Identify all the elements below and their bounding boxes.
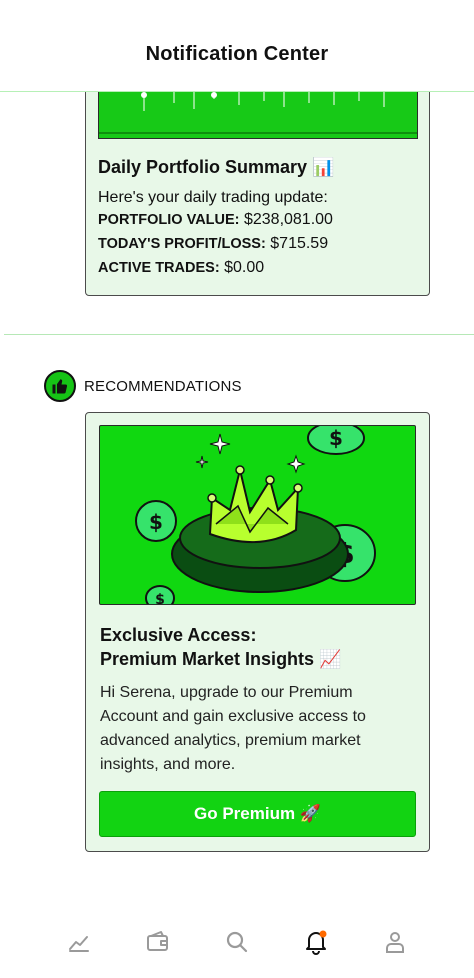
card-title-line-2: Premium Market Insights 📈 — [100, 649, 342, 669]
crown-illustration: $ $ $ $ — [99, 425, 416, 605]
bell-icon[interactable] — [301, 927, 331, 957]
row-value: $0.00 — [224, 259, 265, 276]
card-title: Daily Portfolio Summary 📊 — [98, 157, 335, 177]
row-label: PORTFOLIO VALUE: — [98, 212, 240, 228]
chart-icon[interactable] — [64, 927, 94, 957]
card-intro: Here's your daily trading update: — [98, 189, 328, 206]
svg-text:$: $ — [155, 592, 165, 605]
recommendations-header: RECOMMENDATIONS — [44, 370, 242, 402]
row-value: $715.59 — [270, 235, 329, 252]
active-trades-row: ACTIVE TRADES: $0.00 — [98, 259, 264, 277]
portfolio-summary-card[interactable]: Daily Portfolio Summary 📊 Here's your da… — [85, 60, 430, 296]
premium-offer-card[interactable]: $ $ $ $ — [85, 412, 430, 852]
thumbs-up-icon — [44, 370, 76, 402]
go-premium-button[interactable]: Go Premium 🚀 — [99, 791, 416, 837]
card-title-line-1: Exclusive Access: — [100, 625, 257, 645]
card-title: Exclusive Access: Premium Market Insight… — [100, 623, 341, 671]
user-icon[interactable] — [380, 927, 410, 957]
page-title: Notification Center — [145, 43, 329, 65]
search-icon[interactable] — [222, 927, 252, 957]
section-divider — [4, 334, 474, 335]
portfolio-value-row: PORTFOLIO VALUE: $238,081.00 — [98, 211, 333, 229]
coin-icon: $ — [307, 426, 365, 455]
row-label: TODAY'S PROFIT/LOSS: — [98, 236, 266, 252]
row-value: $238,081.00 — [243, 211, 333, 228]
row-label: ACTIVE TRADES: — [98, 260, 220, 276]
app-header: Notification Center — [0, 0, 474, 92]
bottom-nav — [0, 905, 474, 978]
wallet-icon[interactable] — [143, 927, 173, 957]
svg-text:$: $ — [329, 426, 343, 450]
section-label: RECOMMENDATIONS — [84, 377, 242, 395]
notification-badge — [319, 930, 327, 937]
card-body: Hi Serena, upgrade to our Premium Accoun… — [100, 684, 366, 773]
profit-loss-row: TODAY'S PROFIT/LOSS: $715.59 — [98, 235, 328, 253]
svg-text:$: $ — [149, 510, 163, 534]
